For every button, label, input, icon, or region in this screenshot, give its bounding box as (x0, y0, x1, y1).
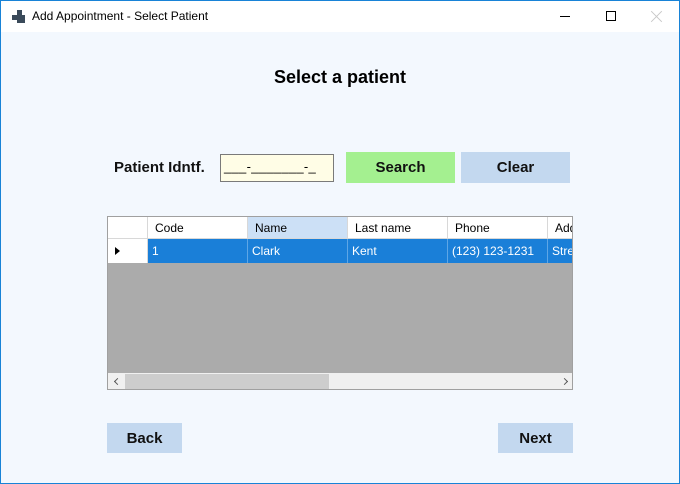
window-title: Add Appointment - Select Patient (32, 9, 209, 23)
column-header-last-name[interactable]: Last name (348, 217, 448, 239)
minimize-button[interactable] (542, 1, 588, 32)
scroll-left-button[interactable] (108, 373, 125, 389)
clear-button[interactable]: Clear (461, 152, 570, 183)
close-icon (650, 10, 663, 23)
patients-grid[interactable]: Code Name Last name Phone Add 1 Clark Ke… (107, 216, 573, 390)
grid-corner-header[interactable] (108, 217, 148, 239)
patient-id-label: Patient Idntf. (114, 159, 205, 176)
maximize-button[interactable] (588, 1, 634, 32)
table-row[interactable]: 1 Clark Kent (123) 123-1231 Stree (108, 239, 572, 263)
cell-phone[interactable]: (123) 123-1231 (448, 239, 548, 263)
close-button[interactable] (634, 1, 680, 32)
current-row-arrow-icon (115, 247, 120, 255)
column-header-address[interactable]: Add (548, 217, 572, 239)
chevron-right-icon (560, 377, 569, 386)
grid-header: Code Name Last name Phone Add (108, 217, 572, 239)
patient-id-input[interactable]: ___-_______-_ (220, 154, 334, 182)
chevron-left-icon (113, 377, 122, 386)
back-button[interactable]: Back (107, 423, 182, 453)
cell-code[interactable]: 1 (148, 239, 248, 263)
minimize-icon (560, 16, 570, 17)
search-button[interactable]: Search (346, 152, 455, 183)
page-title: Select a patient (273, 67, 407, 87)
app-window: Add Appointment - Select Patient Select … (0, 0, 680, 484)
title-bar[interactable]: Add Appointment - Select Patient (1, 1, 679, 32)
cell-last-name[interactable]: Kent (348, 239, 448, 263)
column-header-name[interactable]: Name (248, 217, 348, 239)
cell-name[interactable]: Clark (248, 239, 348, 263)
column-header-phone[interactable]: Phone (448, 217, 548, 239)
row-header[interactable] (108, 239, 148, 263)
column-header-code[interactable]: Code (148, 217, 248, 239)
next-button[interactable]: Next (498, 423, 573, 453)
windows-form-icon (12, 10, 25, 23)
scrollbar-thumb[interactable] (125, 374, 329, 389)
horizontal-scrollbar[interactable] (108, 373, 572, 389)
maximize-icon (606, 11, 616, 21)
cell-address[interactable]: Stree (548, 239, 572, 263)
scroll-right-button[interactable] (557, 373, 572, 389)
